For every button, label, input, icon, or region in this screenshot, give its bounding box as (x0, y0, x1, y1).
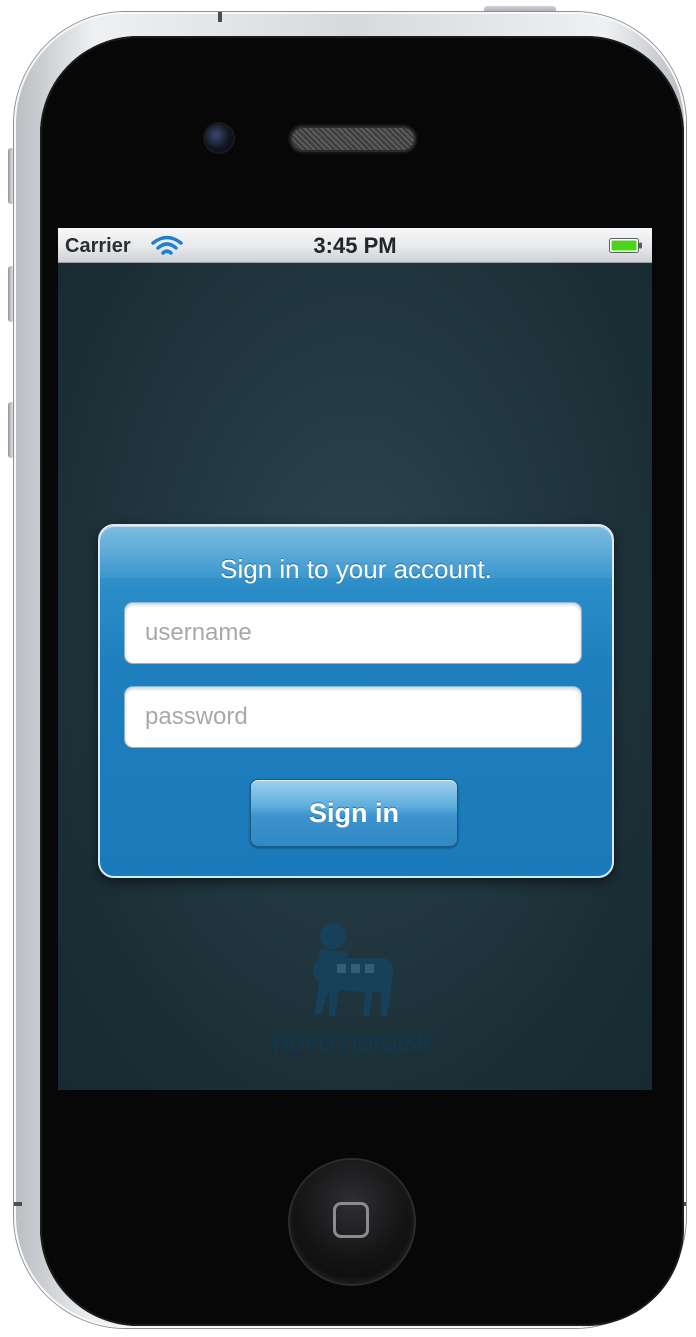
antenna-band (218, 12, 222, 22)
status-bar: Carrier 3:45 PM (58, 228, 652, 263)
bull-logo-icon (312, 923, 394, 1016)
sign-in-button[interactable]: Sign in (250, 779, 458, 847)
brand-name: novo nordisk (272, 1025, 431, 1058)
antenna-band (14, 1202, 22, 1206)
front-camera (205, 124, 233, 152)
battery-icon (609, 238, 642, 253)
brand-logo-text: novo nordisk® (58, 1025, 652, 1059)
clock-time: 3:45 PM (313, 233, 397, 258)
simulator-stage: Carrier 3:45 PM Sign in to your account. (0, 0, 696, 1337)
username-field[interactable] (124, 602, 582, 664)
login-title: Sign in to your account. (220, 554, 492, 584)
home-button-icon[interactable] (290, 1160, 414, 1284)
login-panel: Sign in to your account. Sign in (98, 524, 614, 878)
app-screen: Carrier 3:45 PM Sign in to your account. (58, 228, 652, 1090)
registered-mark: ® (430, 1031, 439, 1043)
home-square-icon (333, 1202, 369, 1238)
password-field[interactable] (124, 686, 582, 748)
earpiece-speaker (290, 126, 416, 152)
